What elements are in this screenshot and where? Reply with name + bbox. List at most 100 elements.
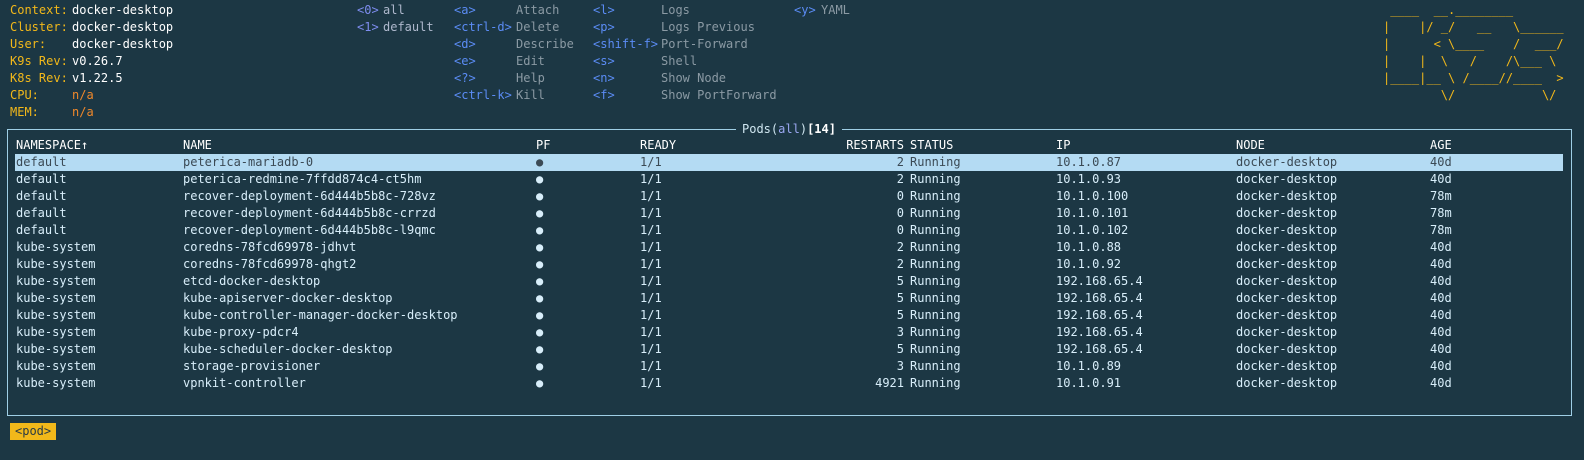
cell-node: docker-desktop (1236, 240, 1338, 254)
table-row[interactable]: default recover-deployment-6d444b5b8c-crr… (0, 205, 1584, 222)
column-header-node[interactable]: NODE (1236, 137, 1265, 154)
cell-status: Running (910, 359, 961, 373)
cell-restarts: 0 (896, 189, 904, 203)
table-row[interactable]: kube-system kube-controller-manager-docke… (0, 307, 1584, 324)
info-label: CPU: (10, 88, 39, 102)
cell-status: Running (910, 240, 961, 254)
cell-node: docker-desktop (1236, 257, 1338, 271)
shortcut-key[interactable]: <f> (593, 87, 615, 104)
panel-title-close-paren: ) (799, 122, 808, 136)
cell-ip: 10.1.0.93 (1056, 172, 1122, 186)
shortcut-action[interactable]: YAML (821, 2, 850, 19)
table-row[interactable]: default recover-deployment-6d444b5b8c-728… (0, 188, 1584, 205)
table-row[interactable]: kube-system vpnkit-controller ● 1/1 4921 Runn… (0, 375, 1584, 392)
cell-age: 40d (1430, 257, 1452, 271)
shortcut-action[interactable]: Describe (516, 36, 574, 53)
cell-ready: 1/1 (640, 325, 662, 339)
shortcut-action[interactable]: Show PortForward (661, 87, 777, 104)
namespace-key[interactable]: <1> (357, 19, 379, 36)
table-header: NAMESPACE↑ NAME PF READY RESTARTS STATUS IP NOD… (0, 137, 1584, 154)
panel-title-resource: Pods (742, 122, 771, 136)
shortcut-action[interactable]: Port-Forward (661, 36, 748, 53)
cell-status: Running (910, 376, 961, 390)
shortcut-action[interactable]: Shell (661, 53, 697, 70)
shortcut-action[interactable]: Kill (516, 87, 545, 104)
table-row[interactable]: kube-system kube-scheduler-docker-desktop… (0, 341, 1584, 358)
shortcut-key[interactable]: <ctrl-k> (454, 87, 512, 104)
column-header-restarts[interactable]: RESTARTS (846, 137, 904, 154)
cell-status: Running (910, 325, 961, 339)
shortcut-key[interactable]: <e> (454, 53, 476, 70)
shortcut-action[interactable]: Help (516, 70, 545, 87)
column-header-ip[interactable]: IP (1056, 137, 1070, 154)
cell-ip: 192.168.65.4 (1056, 342, 1143, 356)
cell-status: Running (910, 155, 961, 169)
table-row[interactable]: default recover-deployment-6d444b5b8c-l9q… (0, 222, 1584, 239)
column-header-ready[interactable]: READY (640, 137, 676, 154)
cell-restarts: 0 (896, 206, 904, 220)
cell-namespace: default (16, 172, 67, 186)
cell-pf: ● (536, 325, 544, 339)
table-row[interactable]: kube-system etcd-docker-desktop ● 1/1 5 Runni… (0, 273, 1584, 290)
info-label: User: (10, 37, 47, 51)
info-label: Cluster: (10, 20, 68, 34)
shortcut-key[interactable]: <l> (593, 2, 615, 19)
cell-pf: ● (536, 206, 544, 220)
cell-ip: 192.168.65.4 (1056, 291, 1143, 305)
shortcut-key[interactable]: <d> (454, 36, 476, 53)
table-row[interactable]: kube-system kube-apiserver-docker-desktop… (0, 290, 1584, 307)
column-header-namespace[interactable]: NAMESPACE↑ (16, 137, 88, 154)
shortcut-action[interactable]: Logs Previous (661, 19, 755, 36)
shortcut-action[interactable]: Logs (661, 2, 690, 19)
namespace-name[interactable]: default (383, 19, 434, 36)
shortcut-key[interactable]: <p> (593, 19, 615, 36)
cell-ready: 1/1 (640, 206, 662, 220)
cell-node: docker-desktop (1236, 359, 1338, 373)
cell-restarts: 5 (896, 342, 904, 356)
table-row[interactable]: kube-system kube-proxy-pdcr4 ● 1/1 3 Running 1… (0, 324, 1584, 341)
cell-ready: 1/1 (640, 257, 662, 271)
shortcut-key[interactable]: <y> (794, 2, 816, 19)
cell-ip: 10.1.0.91 (1056, 376, 1122, 390)
cell-name: kube-scheduler-docker-desktop (183, 342, 393, 356)
cell-ip: 10.1.0.92 (1056, 257, 1122, 271)
info-value: docker-desktop (72, 37, 174, 51)
cell-namespace: kube-system (16, 376, 96, 390)
shortcut-key[interactable]: <s> (593, 53, 615, 70)
info-value: n/a (72, 105, 94, 119)
table-row[interactable]: kube-system coredns-78fcd69978-jdhvt ● 1/1 2… (0, 239, 1584, 256)
shortcut-action[interactable]: Edit (516, 53, 545, 70)
shortcut-action[interactable]: Delete (516, 19, 559, 36)
cell-restarts: 2 (896, 155, 904, 169)
shortcut-key[interactable]: <ctrl-d> (454, 19, 512, 36)
shortcut-key[interactable]: <shift-f> (593, 36, 658, 53)
shortcut-key[interactable]: <?> (454, 70, 476, 87)
info-label: K8s Rev: (10, 71, 68, 85)
table-row[interactable]: default peterica-mariadb-0 ● 1/1 2 Running 10.… (0, 154, 1584, 171)
column-header-name[interactable]: NAME (183, 137, 212, 154)
cell-namespace: default (16, 223, 67, 237)
cell-pf: ● (536, 376, 544, 390)
cell-status: Running (910, 291, 961, 305)
cell-age: 40d (1430, 155, 1452, 169)
panel-title-filter: all (778, 122, 800, 136)
cell-age: 40d (1430, 359, 1452, 373)
column-header-status[interactable]: STATUS (910, 137, 953, 154)
shortcut-key[interactable]: <a> (454, 2, 476, 19)
table-row[interactable]: default peterica-redmine-7ffdd874c4-ct5hm… (0, 171, 1584, 188)
column-header-pf[interactable]: PF (536, 137, 550, 154)
namespace-key[interactable]: <0> (357, 2, 379, 19)
cell-name: kube-proxy-pdcr4 (183, 325, 299, 339)
breadcrumb-pod[interactable]: <pod> (10, 423, 57, 440)
shortcut-key[interactable]: <n> (593, 70, 615, 87)
namespace-name[interactable]: all (383, 2, 405, 19)
column-header-age[interactable]: AGE (1430, 137, 1452, 154)
table-row[interactable]: kube-system coredns-78fcd69978-qhgt2 ● 1/1 2… (0, 256, 1584, 273)
cell-ip: 10.1.0.89 (1056, 359, 1122, 373)
shortcut-action[interactable]: Show Node (661, 70, 726, 87)
cell-pf: ● (536, 240, 544, 254)
cell-name: coredns-78fcd69978-qhgt2 (183, 257, 357, 271)
shortcut-action[interactable]: Attach (516, 2, 559, 19)
cell-name: peterica-redmine-7ffdd874c4-ct5hm (183, 172, 422, 186)
table-row[interactable]: kube-system storage-provisioner ● 1/1 3 Runni… (0, 358, 1584, 375)
